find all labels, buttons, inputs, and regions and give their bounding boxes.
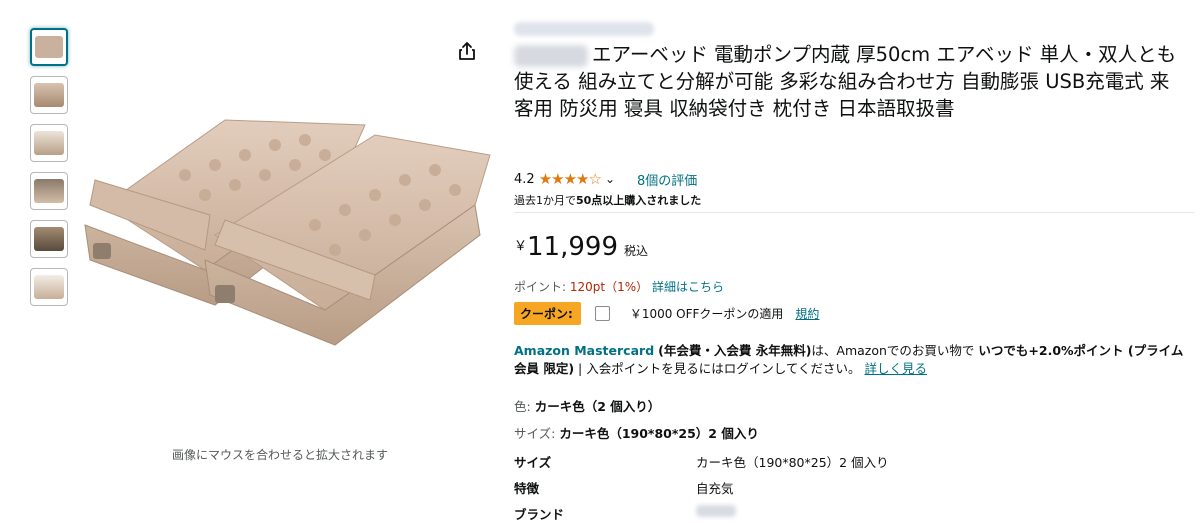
mastercard-promo: Amazon Mastercard (年会費・入会費 永年無料)は、Amazon…	[514, 342, 1184, 378]
bought-in-past-month: 過去1か月で50点以上購入されました	[514, 192, 701, 208]
mastercard-text-2: | 入会ポイントを見るにはログインしてください。	[574, 361, 861, 376]
points-row: ポイント: 120pt（1%） 詳細はこちら	[514, 278, 724, 295]
brand-value-blurred	[696, 505, 736, 517]
coupon-row: クーポン: ￥1000 OFFクーポンの適用 規約	[514, 302, 819, 325]
thumbnail-5[interactable]	[30, 220, 68, 258]
bought-count: 50点以上購入されました	[576, 194, 702, 207]
share-icon[interactable]	[456, 40, 478, 62]
divider	[514, 212, 1194, 213]
mastercard-details-link[interactable]: 詳しく見る	[864, 361, 927, 376]
ratings-count-link[interactable]: 8個の評価	[637, 170, 697, 189]
points-value: 120pt（1%）	[569, 280, 649, 294]
star-rating-icon[interactable]: ★★★★☆	[539, 170, 602, 188]
spec-key: ブランド	[514, 507, 565, 522]
product-title: エアーベッド 電動ポンプ内蔵 厚50cm エアベッド 単人・双人とも使える 組み…	[514, 43, 1177, 120]
coupon-badge: クーポン:	[514, 302, 581, 325]
thumbnail-list	[30, 28, 68, 316]
thumbnail-4[interactable]	[30, 172, 68, 210]
price: ￥11,999 税込	[514, 232, 648, 262]
spec-key: サイズ	[514, 455, 552, 470]
color-label: 色:	[514, 399, 535, 414]
price-tax-label: 税込	[624, 244, 649, 258]
zoom-hint: 画像にマウスを合わせると拡大されます	[171, 448, 388, 462]
points-details-link[interactable]: 詳細はこちら	[652, 280, 724, 294]
rating-value: 4.2	[514, 171, 535, 187]
mastercard-fee: (年会費・入会費 永年無料)	[658, 343, 812, 358]
points-label: ポイント:	[514, 280, 570, 294]
color-value: カーキ色（2 個入り）	[534, 399, 661, 414]
thumbnail-6[interactable]	[30, 268, 68, 306]
coupon-checkbox[interactable]	[594, 306, 610, 321]
brand-link-blurred[interactable]	[514, 22, 654, 36]
coupon-terms-link[interactable]: 規約	[795, 305, 819, 322]
size-variant: サイズ: カーキ色（190*80*25）2 個入り	[514, 423, 759, 442]
bought-prefix: 過去1か月で	[514, 194, 576, 207]
size-label: サイズ:	[514, 426, 560, 441]
rating-row: 4.2 ★★★★☆ ⌄ 8個の評価	[514, 170, 697, 189]
price-currency: ￥	[514, 239, 528, 254]
spec-key: 特徴	[514, 481, 540, 496]
thumbnail-1[interactable]	[30, 28, 68, 66]
coupon-text: ￥1000 OFFクーポンの適用	[629, 307, 784, 321]
spec-value: 自充気	[696, 481, 734, 496]
mastercard-name[interactable]: Amazon Mastercard	[514, 343, 654, 358]
chevron-down-icon[interactable]: ⌄	[605, 172, 615, 186]
thumbnail-2[interactable]	[30, 76, 68, 114]
product-image[interactable]	[75, 95, 495, 365]
thumbnail-3[interactable]	[30, 124, 68, 162]
price-amount: 11,999	[527, 232, 618, 262]
color-variant: 色: カーキ色（2 個入り）	[514, 396, 660, 415]
size-value: カーキ色（190*80*25）2 個入り	[559, 426, 759, 441]
mastercard-text-1: は、Amazonでのお買い物で	[811, 343, 979, 358]
spec-value: カーキ色（190*80*25）2 個入り	[696, 455, 889, 470]
